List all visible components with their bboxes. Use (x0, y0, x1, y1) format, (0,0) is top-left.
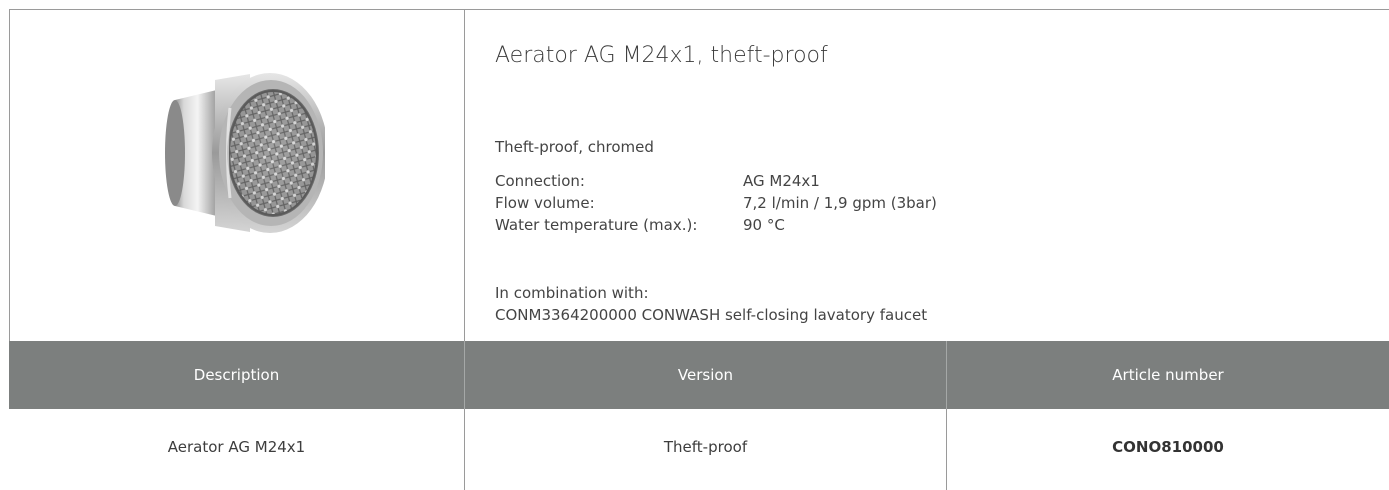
spec-list: Connection: AG M24x1 Flow volume: 7,2 l/… (495, 170, 937, 236)
column-header-article-number: Article number (946, 341, 1389, 409)
aerator-product-icon (165, 73, 325, 233)
product-title: Aerator AG M24x1, theft-proof (495, 43, 828, 68)
column-header-version: Version (464, 341, 946, 409)
cell-version: Theft-proof (464, 409, 946, 490)
spec-row-flow-volume: Flow volume: 7,2 l/min / 1,9 gpm (3bar) (495, 192, 937, 214)
product-image-cell (10, 10, 465, 341)
spec-row-water-temperature: Water temperature (max.): 90 °C (495, 214, 937, 236)
combination-note: In combination with: CONM3364200000 CONW… (495, 282, 927, 326)
column-header-description: Description (193, 366, 280, 384)
cell-article-number: CONO810000 (946, 409, 1389, 490)
product-subtitle: Theft-proof, chromed (495, 138, 654, 156)
spec-row-connection: Connection: AG M24x1 (495, 170, 937, 192)
product-sheet: Aerator AG M24x1, theft-proof Theft-proo… (0, 0, 1389, 490)
spec-label: Flow volume: (495, 194, 595, 212)
combination-value: CONM3364200000 CONWASH self-closing lava… (495, 306, 928, 324)
table-row: Aerator AG M24x1 Theft-proof CONO810000 (9, 409, 1389, 490)
product-info: Aerator AG M24x1, theft-proof Theft-proo… (495, 10, 1389, 341)
spec-value: AG M24x1 (743, 172, 820, 190)
table-header: Description Version Article number (9, 341, 1389, 409)
combination-label: In combination with: (495, 284, 649, 302)
product-block: Aerator AG M24x1, theft-proof Theft-proo… (9, 9, 1389, 341)
spec-label: Connection: (495, 172, 585, 190)
spec-label: Water temperature (max.): (495, 216, 698, 234)
cell-description: Aerator AG M24x1 (167, 437, 306, 456)
spec-value: 90 °C (743, 216, 785, 234)
spec-value: 7,2 l/min / 1,9 gpm (3bar) (743, 194, 937, 212)
